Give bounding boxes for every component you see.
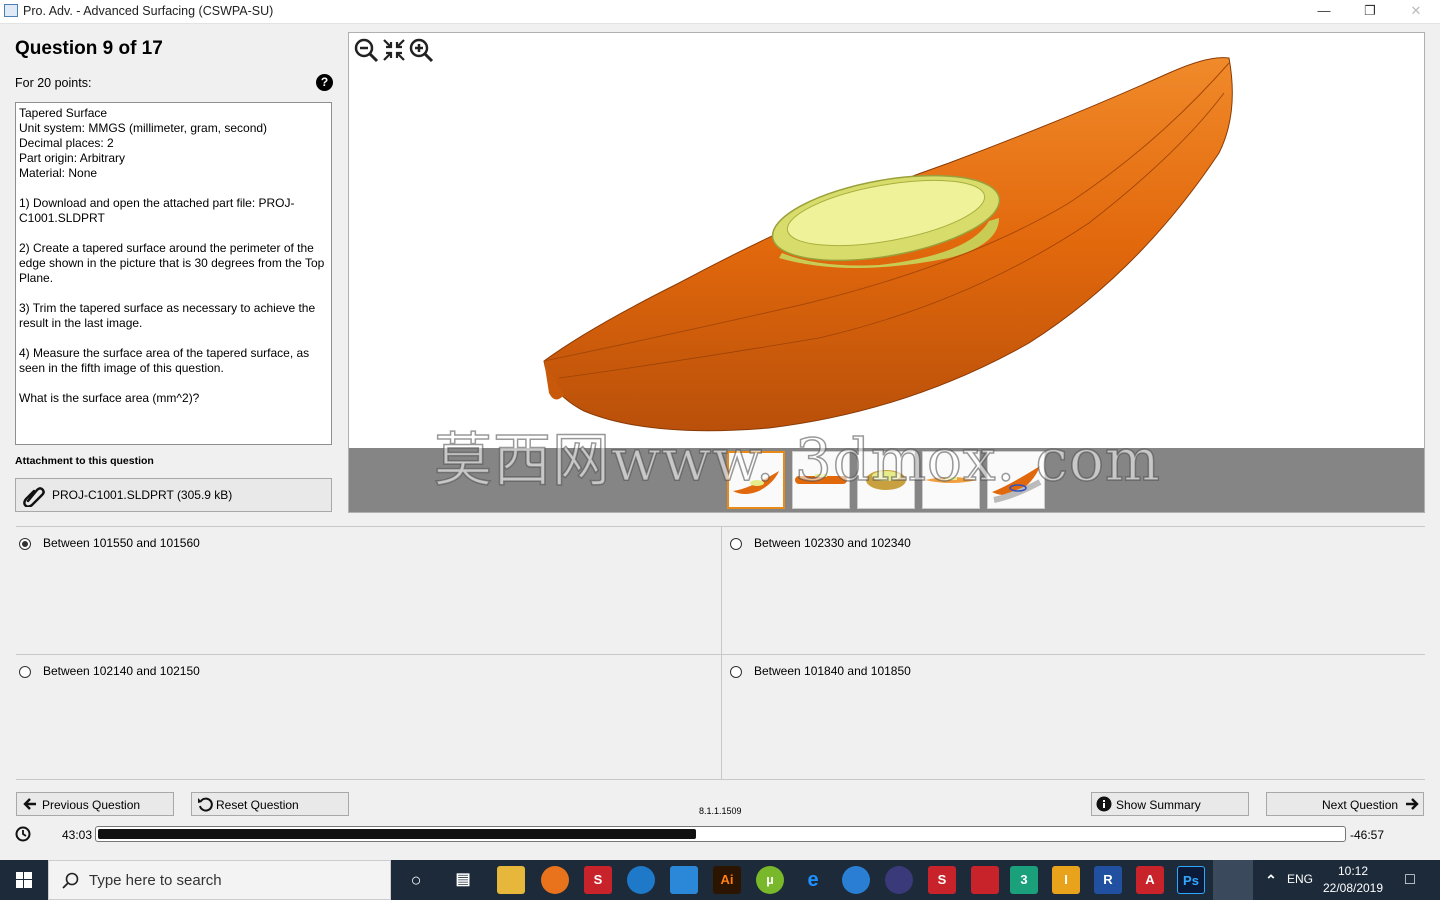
restore-button[interactable]: ❐ (1347, 0, 1393, 23)
illustrator-icon[interactable]: Ai (713, 866, 741, 894)
previous-question-label: Previous Question (42, 798, 141, 812)
arrow-right-icon (1406, 798, 1419, 810)
search-placeholder: Type here to search (89, 872, 222, 889)
reset-question-label: Reset Question (216, 798, 299, 812)
radio-button-2[interactable] (730, 538, 742, 550)
clock-date: 22/08/2019 (1322, 881, 1384, 895)
reset-question-button[interactable]: Reset Question (191, 792, 349, 816)
question-text: Tapered Surface Unit system: MMGS (milli… (15, 102, 332, 445)
points-label: For 20 points: (15, 76, 92, 90)
attachment-filename: PROJ-C1001.SLDPRT (305.9 kB) (52, 488, 233, 502)
radio-button-3[interactable] (19, 666, 31, 678)
image-viewer[interactable]: 莫西网www. 3dmox. com (348, 32, 1425, 513)
exam-app-taskbar-icon[interactable] (1213, 860, 1253, 900)
task-view-icon[interactable]: ▤ (449, 866, 477, 894)
cinema4d-icon[interactable] (885, 866, 913, 894)
file-explorer-icon[interactable] (497, 866, 525, 894)
autocad-icon[interactable]: A (1136, 866, 1164, 894)
solidworks-icon[interactable]: S (584, 866, 612, 894)
3dsmax-icon[interactable]: 3 (1010, 866, 1038, 894)
language-indicator[interactable]: ENG (1287, 872, 1313, 886)
taskbar: Type here to search ○ ▤ S Ai µ e S 3 I R… (0, 860, 1440, 900)
search-icon (62, 872, 79, 889)
reset-icon (198, 797, 213, 812)
clock-time: 10:12 (1337, 864, 1369, 878)
answer-label: Between 102140 and 102150 (43, 664, 200, 678)
cortana-icon[interactable]: ○ (402, 866, 430, 894)
answer-label: Between 101840 and 101850 (754, 664, 911, 678)
next-question-label: Next Question (1322, 798, 1399, 812)
zoom-in-icon[interactable] (408, 37, 434, 63)
app-icon-red[interactable] (971, 866, 999, 894)
edge-icon[interactable]: e (799, 866, 827, 894)
firefox-icon[interactable] (541, 866, 569, 894)
fit-to-window-icon[interactable] (381, 37, 407, 63)
chevron-up-icon[interactable]: ⌃ (1257, 866, 1285, 894)
app-icon-wave[interactable] (842, 866, 870, 894)
taskbar-search-box[interactable]: Type here to search (48, 860, 391, 900)
windows-start-icon[interactable] (0, 860, 48, 900)
time-progress-bar (95, 826, 1346, 842)
next-question-button[interactable]: Next Question (1266, 792, 1424, 816)
answer-grid: Between 101550 and 101560 Between 102330… (16, 526, 1425, 780)
revit-icon[interactable]: R (1094, 866, 1122, 894)
watermark-text: 莫西网www. 3dmox. com (433, 425, 1161, 495)
clock-icon (15, 826, 31, 842)
inventor-icon[interactable]: I (1052, 866, 1080, 894)
minimize-button[interactable]: — (1301, 0, 1347, 23)
solidworks-icon-2[interactable]: S (928, 866, 956, 894)
info-icon (1096, 796, 1112, 812)
show-summary-button[interactable]: Show Summary (1091, 792, 1249, 816)
app-icon-blue[interactable] (627, 866, 655, 894)
arrow-left-icon (23, 798, 36, 810)
close-button[interactable]: ✕ (1393, 0, 1439, 23)
zoom-out-icon[interactable] (353, 37, 379, 63)
time-progress-fill (98, 829, 696, 839)
window-title: Pro. Adv. - Advanced Surfacing (CSWPA-SU… (23, 4, 274, 18)
app-icon (4, 4, 18, 17)
app-icon-screen[interactable] (670, 866, 698, 894)
title-bar: Pro. Adv. - Advanced Surfacing (CSWPA-SU… (0, 0, 1440, 24)
show-summary-label: Show Summary (1116, 798, 1201, 812)
question-title: Question 9 of 17 (15, 38, 163, 59)
answer-divider-horizontal (16, 654, 1425, 655)
version-label: 8.1.1.1509 (699, 806, 742, 816)
attachment-label: Attachment to this question (15, 455, 154, 467)
answer-label: Between 101550 and 101560 (43, 536, 200, 550)
remaining-time: -46:57 (1350, 828, 1385, 842)
notifications-icon[interactable]: □ (1396, 866, 1424, 894)
radio-button-1[interactable] (19, 538, 31, 550)
utorrent-icon[interactable]: µ (756, 866, 784, 894)
clock[interactable]: 10:12 22/08/2019 (1322, 863, 1384, 897)
help-icon[interactable]: ? (316, 74, 333, 91)
radio-button-4[interactable] (730, 666, 742, 678)
paperclip-icon (23, 487, 45, 507)
previous-question-button[interactable]: Previous Question (16, 792, 174, 816)
kayak-model-image (543, 57, 1233, 432)
elapsed-time: 43:03 (62, 828, 93, 842)
answer-label: Between 102330 and 102340 (754, 536, 911, 550)
attachment-button[interactable]: PROJ-C1001.SLDPRT (305.9 kB) (15, 478, 332, 512)
photoshop-icon[interactable]: Ps (1177, 866, 1205, 894)
